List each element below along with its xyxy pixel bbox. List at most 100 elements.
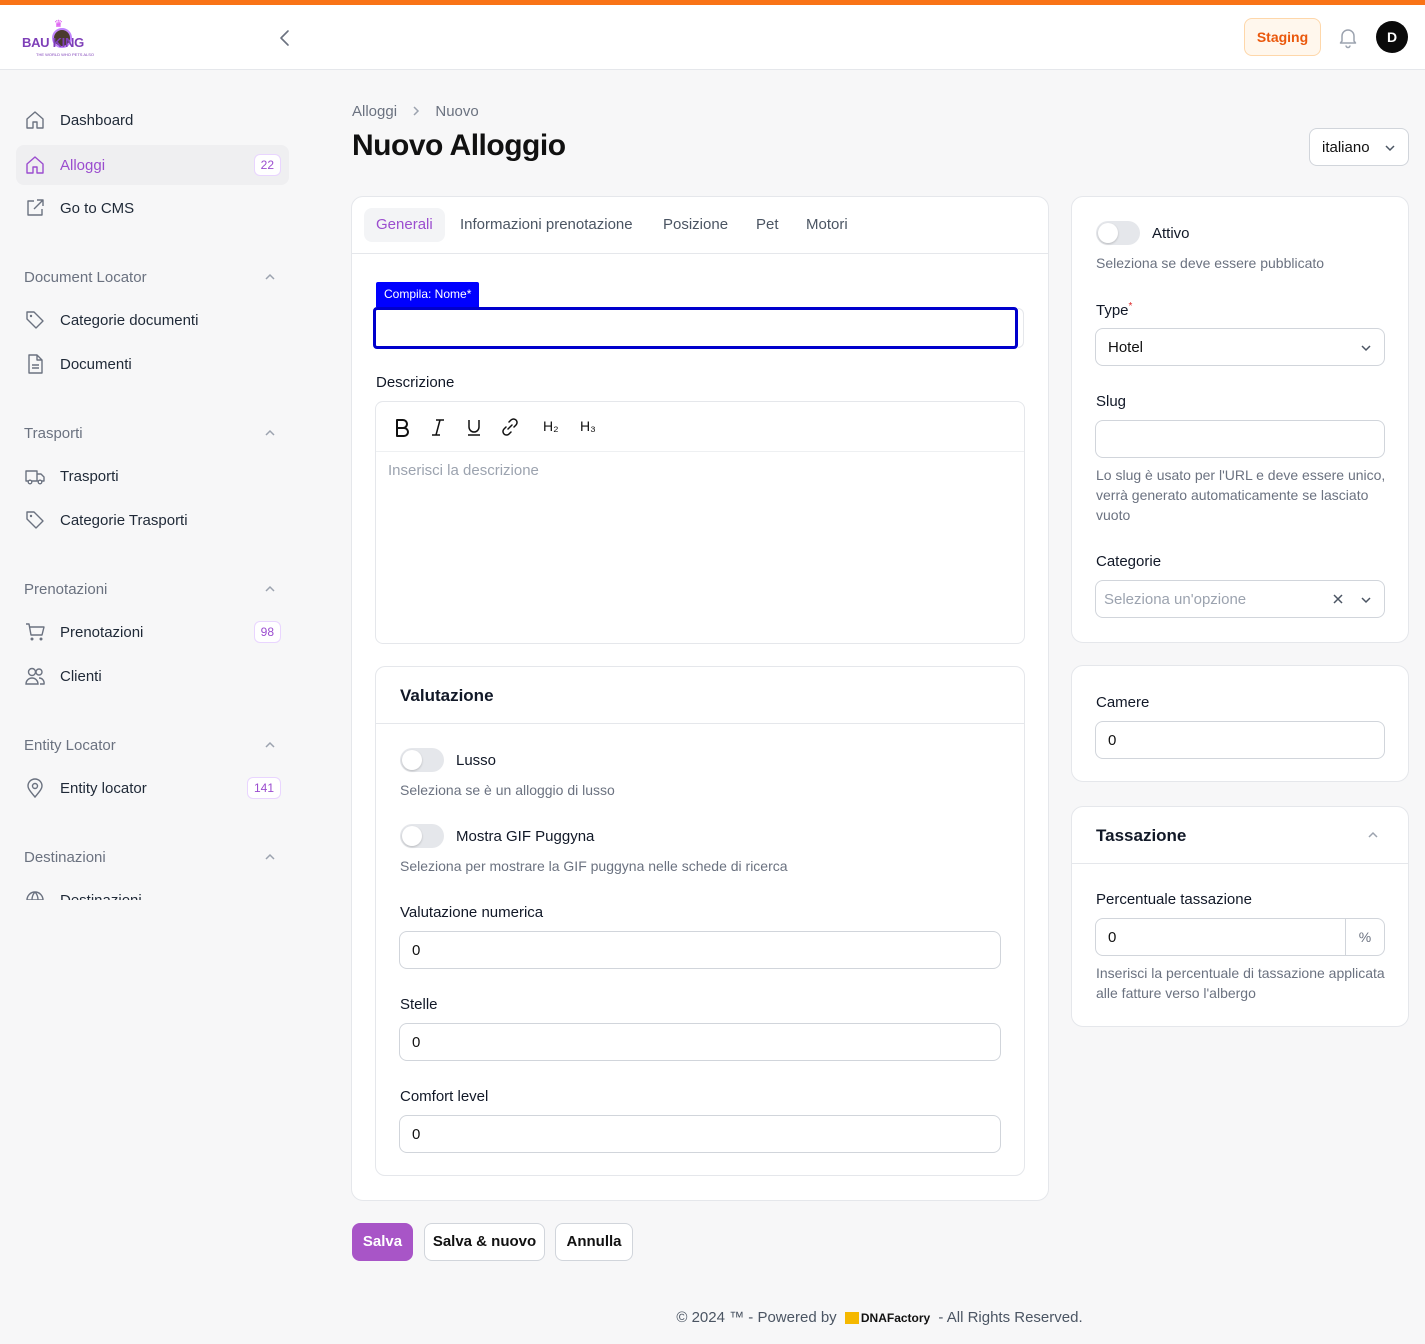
group-entity-locator[interactable]: Entity Locator — [24, 737, 116, 754]
sidebar-item-go-to-cms[interactable]: Go to CMS — [16, 188, 289, 228]
sidebar: Dashboard Alloggi 22 Go to CMS Document … — [0, 70, 305, 900]
count-badge: 98 — [253, 621, 281, 643]
attivo-label: Attivo — [1152, 225, 1190, 242]
home-icon — [26, 156, 44, 174]
gif-puggyna-help: Seleziona per mostrare la GIF puggyna ne… — [400, 858, 788, 874]
sidebar-item-label: Dashboard — [60, 112, 134, 129]
input-value: 0 — [412, 1034, 421, 1051]
user-avatar[interactable]: D — [1376, 21, 1408, 53]
chevron-up-icon[interactable] — [263, 426, 277, 440]
sidebar-item-categorie-documenti[interactable]: Categorie documenti — [16, 300, 289, 340]
chevron-up-icon[interactable] — [263, 582, 277, 596]
map-pin-icon — [27, 778, 43, 799]
underline-icon[interactable] — [463, 416, 485, 438]
group-document-locator[interactable]: Document Locator — [24, 269, 147, 286]
count-badge: 141 — [246, 777, 281, 799]
valutazione-numerica-input[interactable]: 0 — [399, 931, 1001, 969]
sidebar-item-label: Alloggi — [60, 157, 106, 174]
footer-suffix: - All Rights Reserved. — [938, 1308, 1083, 1326]
percentuale-tassazione-input[interactable]: 0 % — [1095, 918, 1385, 956]
heading-2-button[interactable]: H₂ — [543, 418, 565, 440]
attivo-toggle[interactable] — [1096, 221, 1140, 245]
sidebar-item-destinazioni[interactable]: Destinazioni — [16, 880, 289, 900]
page-title: Nuovo Alloggio — [352, 129, 566, 162]
group-trasporti[interactable]: Trasporti — [24, 425, 83, 442]
breadcrumb-parent[interactable]: Alloggi — [352, 103, 397, 120]
input-value: 0 — [412, 1126, 421, 1143]
tab-generali[interactable]: Generali — [364, 208, 445, 242]
tag-icon — [26, 311, 44, 329]
sidebar-item-documenti[interactable]: Documenti — [16, 344, 289, 384]
sidebar-item-dashboard[interactable]: Dashboard — [16, 100, 289, 140]
type-select[interactable]: Hotel — [1095, 328, 1385, 366]
stelle-input[interactable]: 0 — [399, 1023, 1001, 1061]
cancel-button[interactable]: Annulla — [555, 1223, 633, 1261]
sidebar-item-label: Categorie Trasporti — [60, 512, 188, 529]
italic-icon[interactable] — [427, 416, 449, 438]
camere-label: Camere — [1096, 694, 1150, 711]
sidebar-item-label: Documenti — [60, 356, 132, 373]
environment-badge[interactable]: Staging — [1244, 18, 1321, 56]
categorie-label: Categorie — [1096, 553, 1162, 570]
document-icon — [28, 354, 43, 374]
sidebar-item-categorie-trasporti[interactable]: Categorie Trasporti — [16, 500, 289, 540]
sidebar-item-clienti[interactable]: Clienti — [16, 656, 289, 696]
sidebar-item-prenotazioni[interactable]: Prenotazioni 98 — [16, 612, 289, 652]
tab-informazioni-prenotazione[interactable]: Informazioni prenotazione — [448, 208, 645, 242]
slug-input[interactable] — [1095, 420, 1385, 458]
chevron-up-icon[interactable] — [263, 850, 277, 864]
sidebar-item-label: Trasporti — [60, 468, 119, 485]
lusso-toggle[interactable] — [400, 748, 444, 772]
language-select[interactable]: italiano — [1309, 128, 1409, 166]
tab-posizione[interactable]: Posizione — [651, 208, 740, 242]
bold-icon[interactable] — [391, 416, 413, 438]
notifications-button[interactable] — [1336, 25, 1360, 49]
tag-icon — [26, 511, 44, 529]
sidebar-item-trasporti[interactable]: Trasporti — [16, 456, 289, 496]
cart-icon — [26, 623, 45, 641]
dnafactory-mark-icon — [844, 1311, 859, 1324]
tab-motori[interactable]: Motori — [794, 208, 860, 242]
globe-icon — [26, 891, 44, 900]
group-destinazioni[interactable]: Destinazioni — [24, 849, 106, 866]
attivo-help: Seleziona se deve essere pubblicato — [1096, 255, 1325, 271]
chevron-up-icon[interactable] — [263, 270, 277, 284]
percentuale-tassazione-label: Percentuale tassazione — [1096, 891, 1252, 908]
collapse-sidebar-button[interactable] — [274, 27, 296, 49]
section-title: Tassazione — [1096, 826, 1187, 845]
description-label: Descrizione — [376, 374, 455, 391]
tab-bar: Generali Informazioni prenotazione Posiz… — [352, 197, 1048, 254]
group-prenotazioni[interactable]: Prenotazioni — [24, 581, 107, 598]
link-icon[interactable] — [499, 416, 521, 438]
dnafactory-logo[interactable]: DNAFactory — [844, 1309, 931, 1326]
sidebar-item-label: Prenotazioni — [60, 624, 144, 641]
sidebar-item-entity-locator[interactable]: Entity locator 141 — [16, 768, 289, 808]
required-marker: * — [1128, 301, 1133, 312]
heading-3-button[interactable]: H₃ — [580, 418, 602, 440]
camere-input[interactable]: 0 — [1095, 721, 1385, 759]
tassazione-header[interactable]: Tassazione — [1072, 807, 1408, 864]
valutazione-header: Valutazione — [376, 667, 1024, 724]
valutazione-numerica-label: Valutazione numerica — [400, 904, 544, 921]
chevron-down-icon — [1361, 597, 1371, 604]
section-title: Valutazione — [400, 686, 494, 705]
type-label: Type* — [1096, 301, 1132, 319]
tab-pet[interactable]: Pet — [744, 208, 791, 242]
save-button[interactable]: Salva — [352, 1223, 413, 1261]
gif-puggyna-toggle[interactable] — [400, 824, 444, 848]
brand-logo[interactable]: ♛ BAU KING THE WORLD WHO PETS ALSO — [22, 18, 106, 60]
description-editor[interactable]: H₂ H₃ Inserisci la descrizione — [375, 401, 1025, 644]
comfort-level-label: Comfort level — [400, 1088, 489, 1105]
bell-icon — [1339, 29, 1357, 49]
sidebar-item-label: Clienti — [60, 668, 102, 685]
chevron-up-icon[interactable] — [263, 738, 277, 752]
categorie-select[interactable]: Seleziona un'opzione — [1095, 580, 1385, 618]
sidebar-item-alloggi[interactable]: Alloggi 22 — [16, 145, 289, 185]
clear-icon[interactable] — [1332, 593, 1344, 605]
save-and-new-button[interactable]: Salva & nuovo — [424, 1223, 545, 1261]
footer-brand: DNAFactory — [860, 1310, 931, 1325]
name-input[interactable] — [373, 307, 1018, 349]
categorie-placeholder: Seleziona un'opzione — [1104, 591, 1247, 608]
comfort-level-input[interactable]: 0 — [399, 1115, 1001, 1153]
percent-suffix: % — [1345, 919, 1384, 955]
